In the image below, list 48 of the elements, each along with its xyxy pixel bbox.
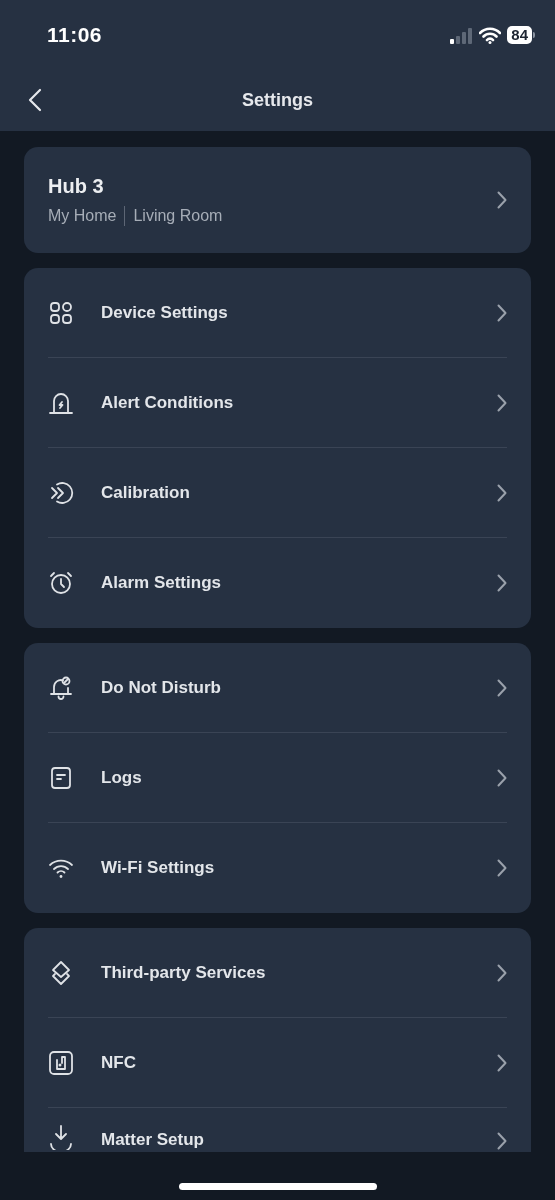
chevron-icon [497, 483, 507, 502]
settings-item[interactable]: Wi-Fi Settings [48, 823, 507, 913]
grid-icon [48, 299, 74, 326]
item-label: Alarm Settings [101, 573, 222, 593]
item-label: Third-party Services [101, 962, 267, 983]
chevron-icon [497, 859, 507, 877]
settings-item[interactable]: NFC [48, 1018, 507, 1108]
room-name: Living Room [133, 206, 223, 225]
battery-icon: 84 [507, 26, 535, 44]
device-card[interactable]: Hub 3 My Home Living Room [24, 147, 531, 253]
nfc-icon [48, 1049, 74, 1076]
chevron-icon [497, 393, 507, 412]
chevron-icon [497, 191, 507, 209]
item-label: Do Not Disturb [101, 677, 222, 698]
settings-item[interactable]: Calibration [48, 448, 507, 538]
item-label: Wi-Fi Settings [101, 858, 216, 878]
settings-item[interactable]: Matter Setup [48, 1108, 507, 1152]
settings-item[interactable]: Alarm Settings [48, 538, 507, 628]
wifi-icon [479, 26, 502, 44]
document-icon [48, 764, 74, 791]
chevron-icon [497, 963, 507, 982]
settings-item[interactable]: Third-party Services [48, 928, 507, 1018]
circle-arrows-icon [48, 479, 74, 506]
back-icon[interactable] [28, 88, 42, 112]
chevron-icon [497, 1132, 507, 1150]
chevron-icon [497, 768, 507, 787]
device-name: Hub 3 [48, 174, 105, 198]
download-icon [48, 1124, 74, 1150]
settings-item[interactable]: Device Settings [48, 268, 507, 358]
signal-icon [449, 26, 474, 44]
bell-icon [48, 674, 74, 701]
settings-item[interactable]: Logs [48, 733, 507, 823]
item-label: Alert Conditions [101, 392, 235, 413]
home-name: My Home [48, 206, 117, 225]
screen-title: Settings [242, 90, 313, 111]
chevron-icon [497, 678, 507, 697]
item-label: Logs [101, 767, 143, 788]
chevron-icon [497, 574, 507, 592]
chevron-icon [497, 1053, 507, 1072]
settings-item[interactable]: Alert Conditions [48, 358, 507, 448]
item-label: Calibration [101, 482, 191, 503]
item-label: NFC [101, 1052, 137, 1073]
item-label: Device Settings [101, 302, 229, 323]
chevron-icon [497, 303, 507, 322]
item-label: Matter Setup [101, 1130, 205, 1150]
alarm-clock-icon [48, 570, 74, 596]
status-time: 11:06 [47, 23, 103, 47]
settings-item[interactable]: Do Not Disturb [48, 643, 507, 733]
